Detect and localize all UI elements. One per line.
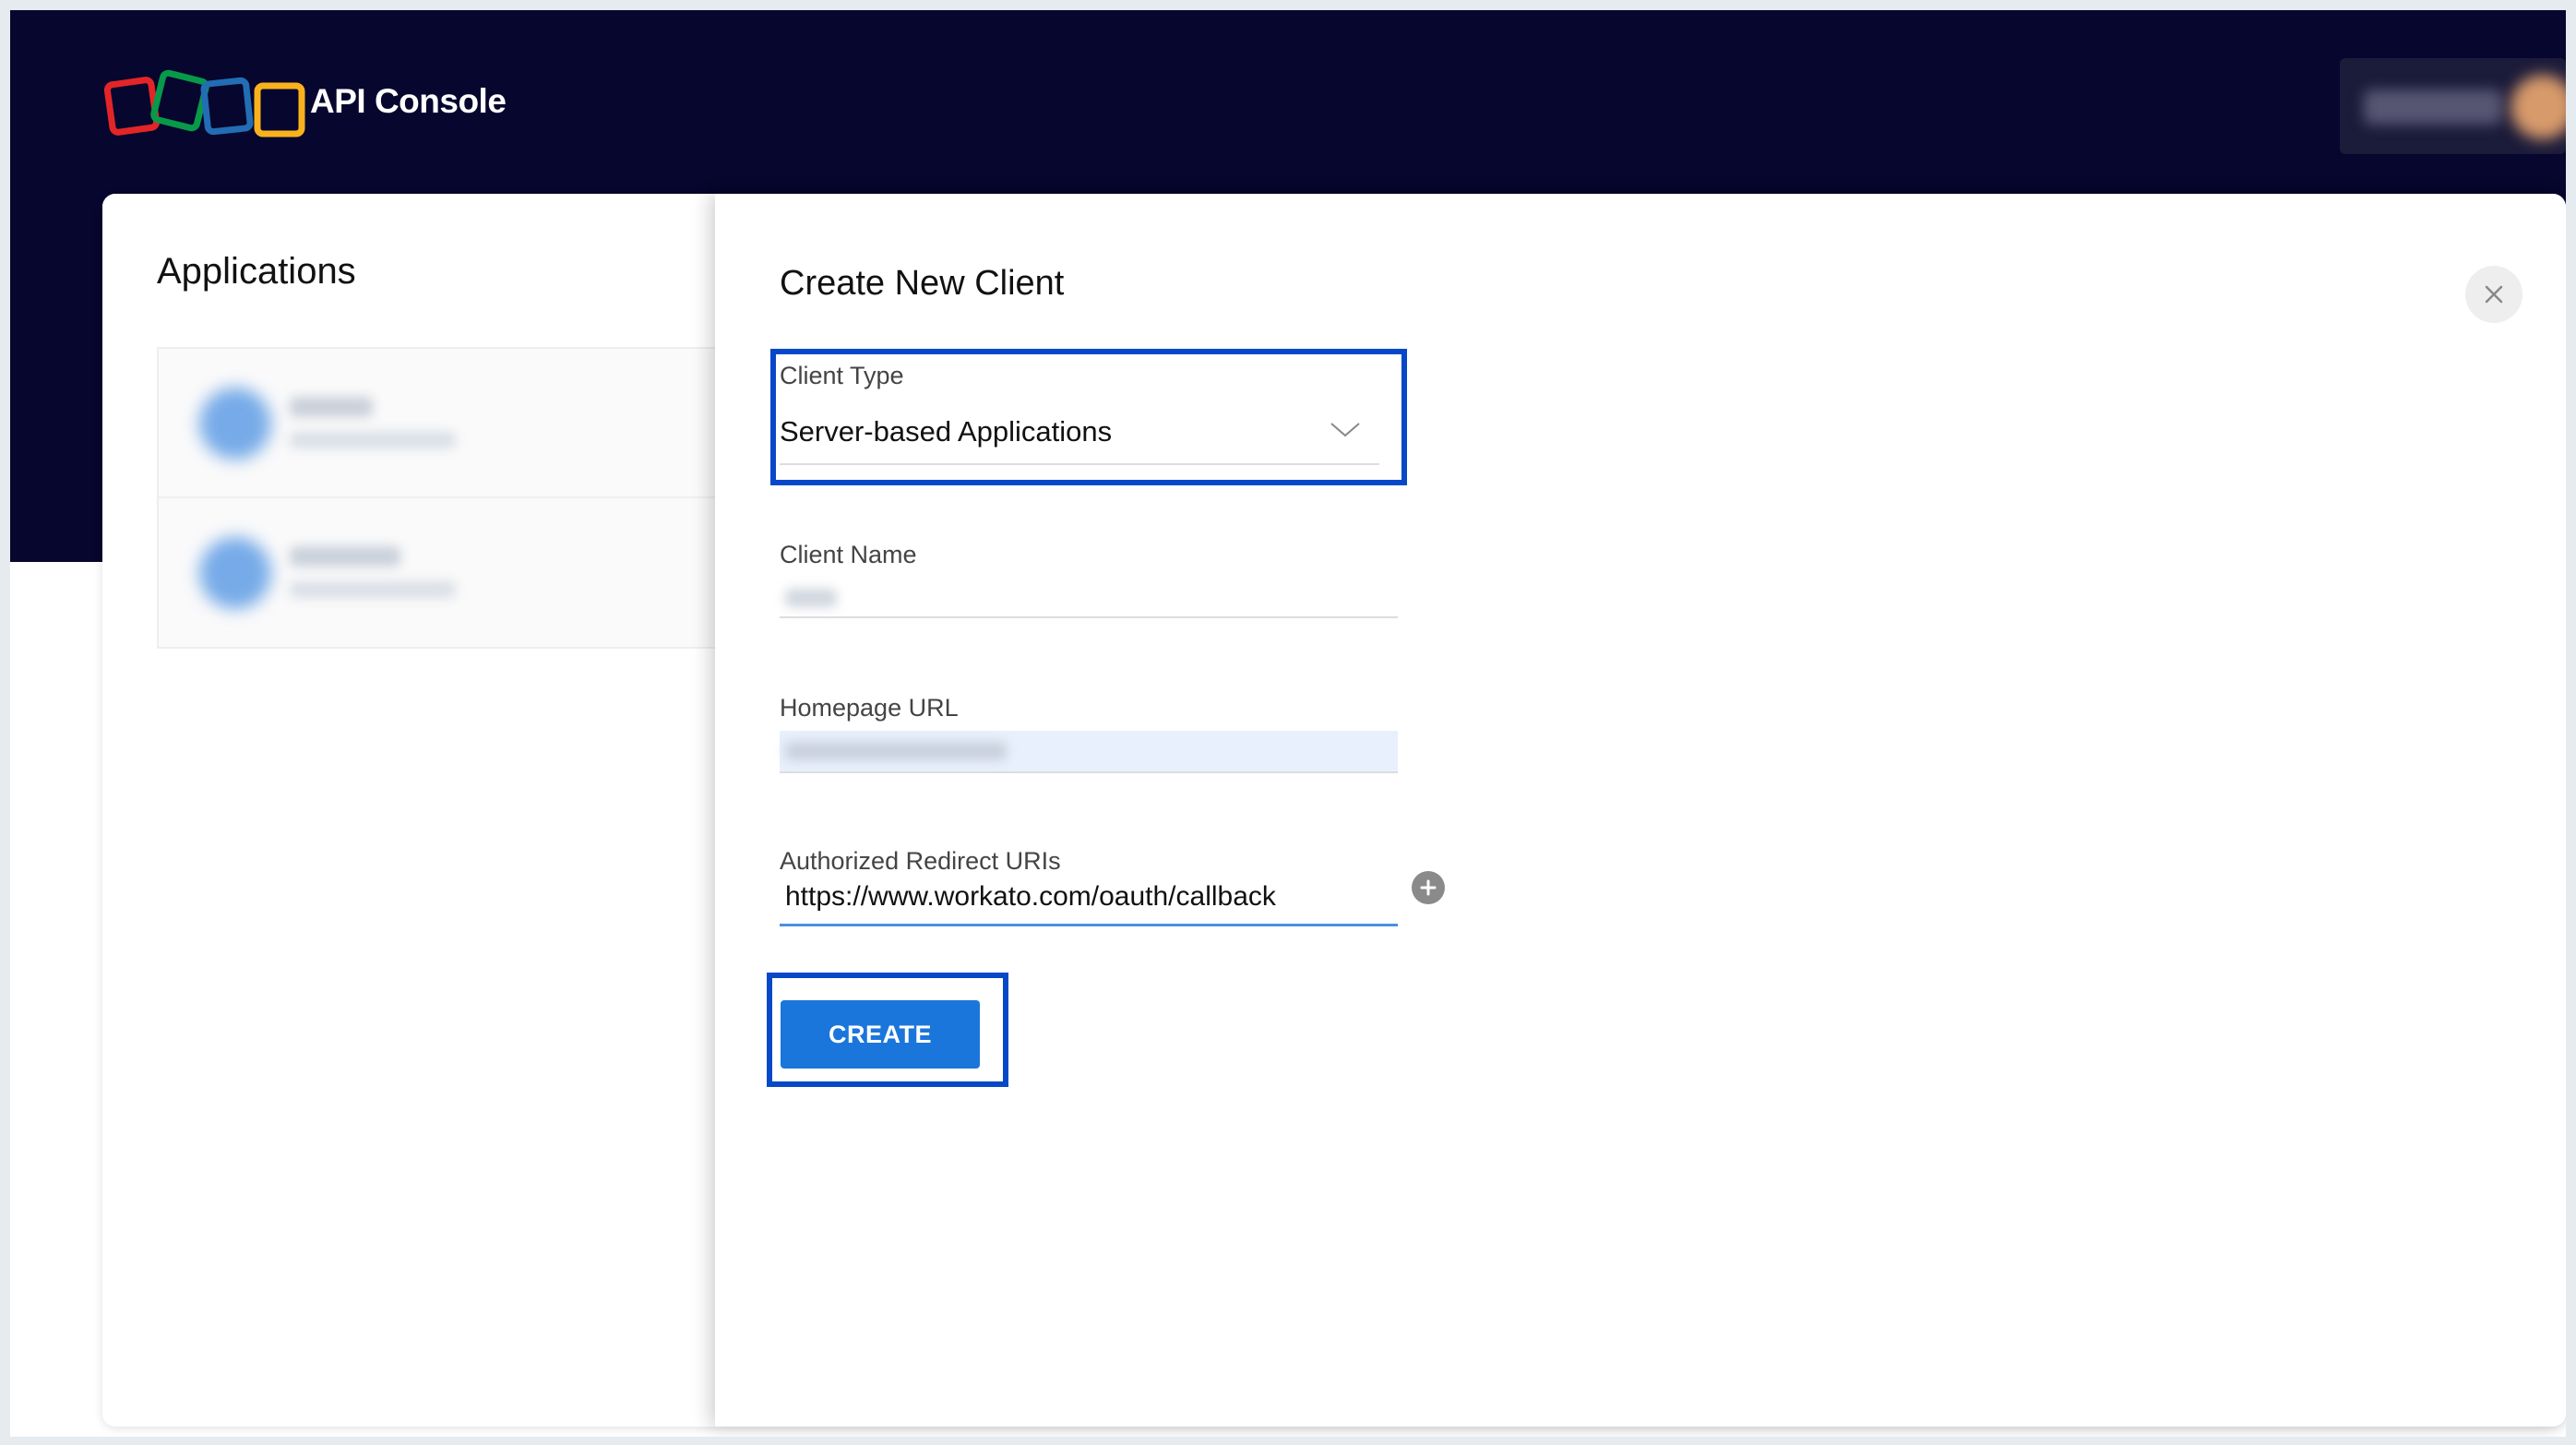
user-menu[interactable] bbox=[2340, 58, 2566, 154]
close-button[interactable] bbox=[2465, 266, 2522, 323]
applications-list bbox=[157, 347, 720, 649]
redirect-uris-label: Authorized Redirect URIs bbox=[780, 847, 1061, 875]
redirect-uri-input[interactable] bbox=[781, 877, 1398, 917]
content-card: Applications Create New Client Client Ty… bbox=[102, 194, 2566, 1427]
homepage-url-underline bbox=[780, 771, 1398, 773]
app-avatar bbox=[199, 537, 271, 609]
user-name-redacted bbox=[2364, 90, 2502, 125]
list-item[interactable] bbox=[159, 349, 718, 498]
create-client-panel: Create New Client Client Type Server-bas… bbox=[715, 194, 2566, 1427]
browser-frame: API Console Applications Create New Clie… bbox=[10, 10, 2566, 1437]
app-avatar bbox=[199, 388, 271, 460]
applications-panel: Applications bbox=[102, 194, 720, 1427]
app-name-redacted bbox=[290, 397, 373, 417]
app-name-redacted bbox=[290, 546, 400, 567]
client-name-underline bbox=[780, 616, 1398, 618]
homepage-url-label: Homepage URL bbox=[780, 694, 959, 722]
client-name-label: Client Name bbox=[780, 541, 917, 568]
app-detail-redacted bbox=[290, 432, 456, 448]
add-redirect-uri-button[interactable] bbox=[1412, 871, 1445, 904]
client-type-select[interactable]: Server-based Applications bbox=[780, 415, 1112, 448]
zoho-logo-icon bbox=[103, 69, 305, 137]
user-avatar[interactable] bbox=[2510, 75, 2566, 139]
app-detail-redacted bbox=[290, 581, 456, 598]
create-button[interactable]: CREATE bbox=[781, 1000, 980, 1069]
client-type-underline bbox=[780, 463, 1379, 465]
list-item[interactable] bbox=[159, 498, 718, 648]
form-title: Create New Client bbox=[780, 264, 1065, 303]
chevron-down-icon[interactable] bbox=[1330, 421, 1361, 439]
app-title: API Console bbox=[310, 82, 507, 120]
redirect-uri-underline bbox=[780, 924, 1398, 926]
applications-title: Applications bbox=[157, 251, 356, 292]
client-type-label: Client Type bbox=[780, 362, 904, 389]
homepage-url-value-redacted bbox=[785, 742, 1007, 760]
close-icon bbox=[2485, 285, 2503, 304]
client-name-input[interactable] bbox=[785, 589, 837, 607]
plus-icon bbox=[1420, 879, 1437, 896]
